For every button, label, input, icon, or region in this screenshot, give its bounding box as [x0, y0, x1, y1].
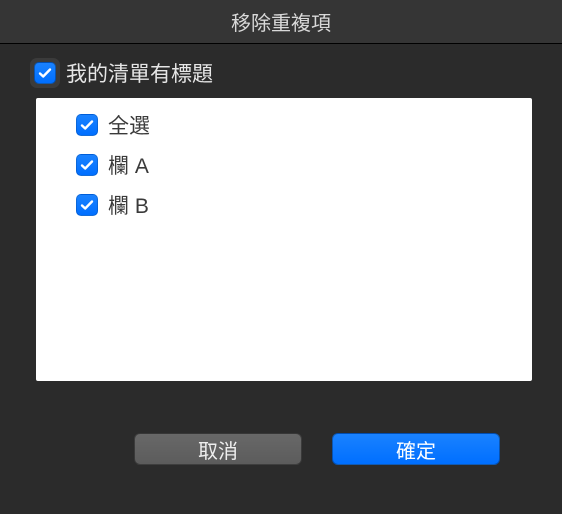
has-headers-label: 我的清單有標題: [66, 58, 213, 88]
dialog-content: 我的清單有標題 全選 欄 A 欄 B 取消 確定: [0, 44, 562, 465]
check-icon: [79, 157, 95, 173]
list-item-label: 欄 B: [108, 190, 149, 220]
list-item-label: 欄 A: [108, 150, 149, 180]
list-item: 欄 B: [76, 190, 532, 220]
checkbox-highlight-wrap: [30, 58, 60, 88]
columns-list-panel: 全選 欄 A 欄 B: [36, 98, 532, 381]
dialog-title: 移除重複項: [231, 7, 331, 36]
column-checkbox[interactable]: [76, 194, 98, 216]
check-icon: [79, 117, 95, 133]
list-item: 欄 A: [76, 150, 532, 180]
check-icon: [79, 197, 95, 213]
cancel-button[interactable]: 取消: [134, 433, 302, 465]
list-item: 全選: [76, 110, 532, 140]
select-all-checkbox[interactable]: [76, 114, 98, 136]
list-item-label: 全選: [108, 110, 150, 140]
check-icon: [37, 65, 53, 81]
has-headers-checkbox[interactable]: [34, 62, 56, 84]
dialog-button-row: 取消 確定: [30, 433, 532, 465]
header-option-row: 我的清單有標題: [30, 58, 532, 88]
ok-button[interactable]: 確定: [332, 433, 500, 465]
dialog-titlebar: 移除重複項: [0, 0, 562, 44]
column-checkbox[interactable]: [76, 154, 98, 176]
